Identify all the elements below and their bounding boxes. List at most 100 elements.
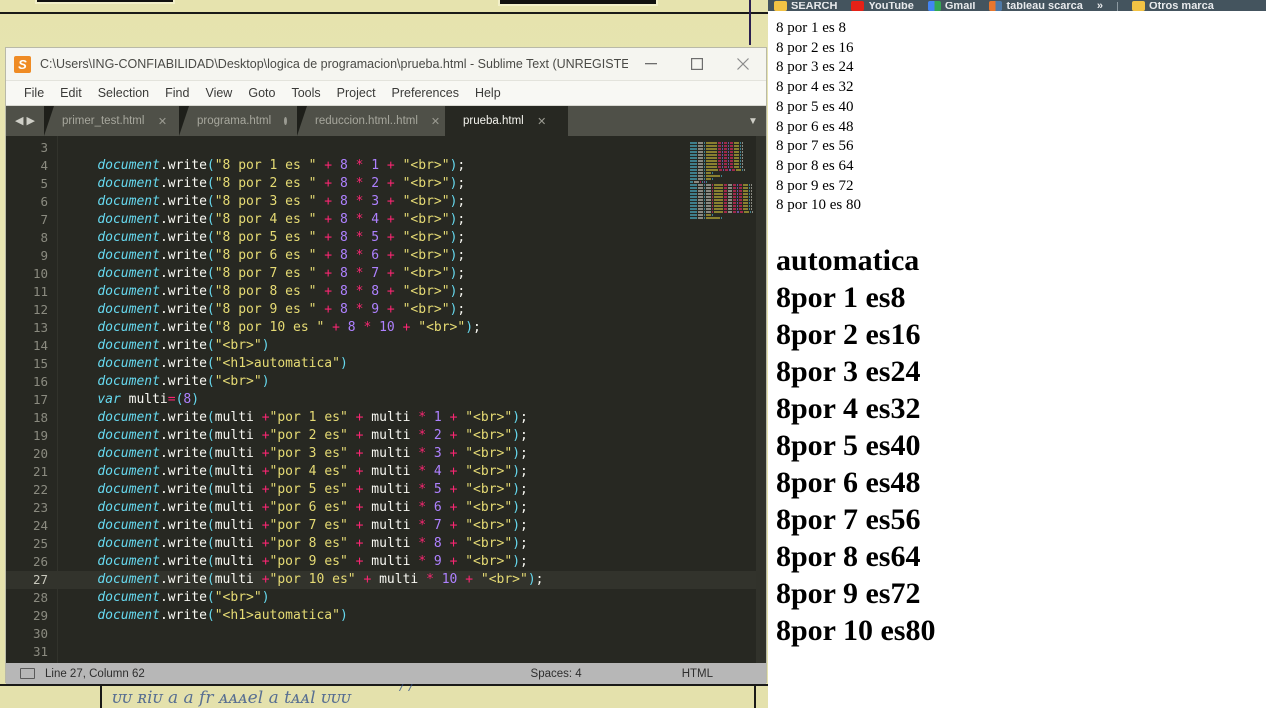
tab-close-icon[interactable]: ✕ — [157, 115, 167, 128]
minimap-token — [734, 166, 739, 168]
sidebar-toggle-icon[interactable] — [20, 668, 35, 679]
minimap-line — [688, 211, 756, 213]
tab-nav-arrows[interactable]: ◀ ▶ — [6, 106, 44, 136]
close-icon — [737, 58, 749, 70]
code-line[interactable]: document.write("8 por 9 es " + 8 * 9 + "… — [58, 301, 766, 319]
code-line[interactable]: document.write("8 por 6 es " + 8 * 6 + "… — [58, 247, 766, 265]
menu-item-file[interactable]: File — [16, 84, 52, 102]
code-token: document — [97, 356, 160, 371]
bookmark-search[interactable]: SEARCH — [774, 1, 837, 11]
code-line[interactable]: document.write("<br>") — [58, 589, 766, 607]
code-token: "<br>" — [465, 410, 513, 425]
code-line[interactable]: document.write(multi +"por 10 es" + mult… — [58, 571, 766, 589]
vertical-scrollbar[interactable] — [756, 136, 766, 663]
maximize-button[interactable] — [674, 48, 720, 81]
minimap-token — [718, 151, 721, 153]
code-line[interactable]: document.write(multi +"por 6 es" + multi… — [58, 499, 766, 517]
minimap-token — [740, 154, 741, 156]
minimize-button[interactable] — [628, 48, 674, 81]
code-token: + — [347, 554, 372, 569]
code-line[interactable] — [58, 643, 766, 661]
tab-primer-test[interactable]: primer_test.html ✕ — [44, 106, 179, 136]
code-line[interactable]: document.write(multi +"por 1 es" + multi… — [58, 409, 766, 427]
code-token: "por 10 es" — [269, 572, 356, 587]
syntax-label[interactable]: HTML — [682, 668, 713, 680]
code-line[interactable] — [58, 625, 766, 643]
menu-item-help[interactable]: Help — [467, 84, 509, 102]
menu-item-tools[interactable]: Tools — [283, 84, 328, 102]
code-line[interactable]: document.write("8 por 2 es " + 8 * 2 + "… — [58, 175, 766, 193]
close-button[interactable] — [720, 48, 766, 81]
minimap-line — [688, 202, 756, 204]
code-token: "<br>" — [465, 482, 513, 497]
minimap-line — [688, 187, 756, 189]
minimap-token — [714, 196, 723, 198]
code-line[interactable]: document.write("8 por 8 es " + 8 * 8 + "… — [58, 283, 766, 301]
tab-label: prueba.html — [463, 115, 524, 127]
bookmark-label: Otros marca — [1149, 2, 1214, 11]
code-line[interactable]: document.write("<h1>automatica") — [58, 355, 766, 373]
tab-overflow-chevron-down-icon[interactable]: ▼ — [740, 106, 766, 136]
code-content[interactable]: document.write("8 por 1 es " + 8 * 1 + "… — [58, 136, 766, 663]
minimap-token — [743, 187, 748, 189]
paper-rule-line — [0, 684, 768, 686]
code-token: multi — [371, 428, 411, 443]
minimap[interactable] — [688, 139, 756, 219]
code-token: 8 — [339, 194, 348, 209]
code-line[interactable]: document.write("8 por 1 es " + 8 * 1 + "… — [58, 157, 766, 175]
code-line[interactable]: var multi=(8) — [58, 391, 766, 409]
code-line[interactable]: document.write("<br>") — [58, 337, 766, 355]
tab-programa[interactable]: programa.html — [179, 106, 297, 136]
code-line[interactable]: document.write("8 por 4 es " + 8 * 4 + "… — [58, 211, 766, 229]
tab-close-icon[interactable]: ✕ — [431, 115, 440, 128]
tab-reduccion[interactable]: reduccion.html..html ✕ — [297, 106, 445, 136]
bookmark-gmail[interactable]: Gmail — [927, 1, 975, 11]
menu-item-view[interactable]: View — [197, 84, 240, 102]
minimap-token — [739, 190, 742, 192]
code-token: * — [410, 482, 434, 497]
code-token: ; — [457, 266, 466, 281]
menu-item-find[interactable]: Find — [157, 84, 197, 102]
code-line[interactable]: document.write(multi +"por 4 es" + multi… — [58, 463, 766, 481]
line-number: 16 — [32, 374, 48, 389]
code-line[interactable]: document.write("8 por 5 es " + 8 * 5 + "… — [58, 229, 766, 247]
minimap-token — [704, 214, 705, 216]
line-number: 15 — [32, 356, 48, 371]
menu-item-edit[interactable]: Edit — [52, 84, 90, 102]
code-line[interactable]: document.write(multi +"por 3 es" + multi… — [58, 445, 766, 463]
minimap-token — [728, 163, 729, 165]
tab-close-icon[interactable]: ✕ — [537, 115, 547, 128]
minimap-token — [714, 202, 723, 204]
minimap-token — [721, 217, 722, 219]
code-line[interactable]: document.write("<br>") — [58, 373, 766, 391]
minimap-token — [724, 145, 727, 147]
code-token: 8 — [339, 230, 348, 245]
code-line[interactable]: document.write(multi +"por 2 es" + multi… — [58, 427, 766, 445]
bookmark-otros-marcadores[interactable]: Otros marca — [1132, 1, 1214, 11]
code-line[interactable]: document.write(multi +"por 7 es" + multi… — [58, 517, 766, 535]
code-line[interactable]: document.write(multi +"por 5 es" + multi… — [58, 481, 766, 499]
menu-item-selection[interactable]: Selection — [90, 84, 157, 102]
menu-item-project[interactable]: Project — [329, 84, 384, 102]
bookmark-overflow[interactable]: » — [1097, 2, 1103, 11]
menu-item-goto[interactable]: Goto — [240, 84, 283, 102]
editor-area[interactable]: 3 4 5 6 7 8 9 10 11 12 13 14 15 16 17 18 19 20 21 22 23 24 25 2… — [6, 136, 766, 663]
code-line[interactable] — [58, 139, 766, 157]
menu-bar: File Edit Selection Find View Goto Tools… — [6, 81, 766, 106]
minimap-token — [706, 190, 711, 192]
line-number: 5 — [40, 176, 48, 191]
indentation-label[interactable]: Spaces: 4 — [531, 668, 582, 680]
code-line[interactable]: document.write("8 por 7 es " + 8 * 7 + "… — [58, 265, 766, 283]
minimap-token — [698, 190, 703, 192]
code-line[interactable]: document.write("8 por 3 es " + 8 * 3 + "… — [58, 193, 766, 211]
bookmark-youtube[interactable]: YouTube — [851, 1, 914, 11]
code-token: .write — [159, 248, 207, 263]
code-line[interactable]: document.write("<h1>automatica") — [58, 607, 766, 625]
menu-item-preferences[interactable]: Preferences — [384, 84, 467, 102]
code-line[interactable]: document.write("8 por 10 es " + 8 * 10 +… — [58, 319, 766, 337]
code-line[interactable]: document.write(multi +"por 9 es" + multi… — [58, 553, 766, 571]
code-line[interactable]: document.write(multi +"por 8 es" + multi… — [58, 535, 766, 553]
code-token: "<br>" — [402, 230, 450, 245]
tab-prueba[interactable]: prueba.html ✕ — [445, 106, 568, 136]
bookmark-tableau[interactable]: tableau scarca — [989, 1, 1083, 11]
